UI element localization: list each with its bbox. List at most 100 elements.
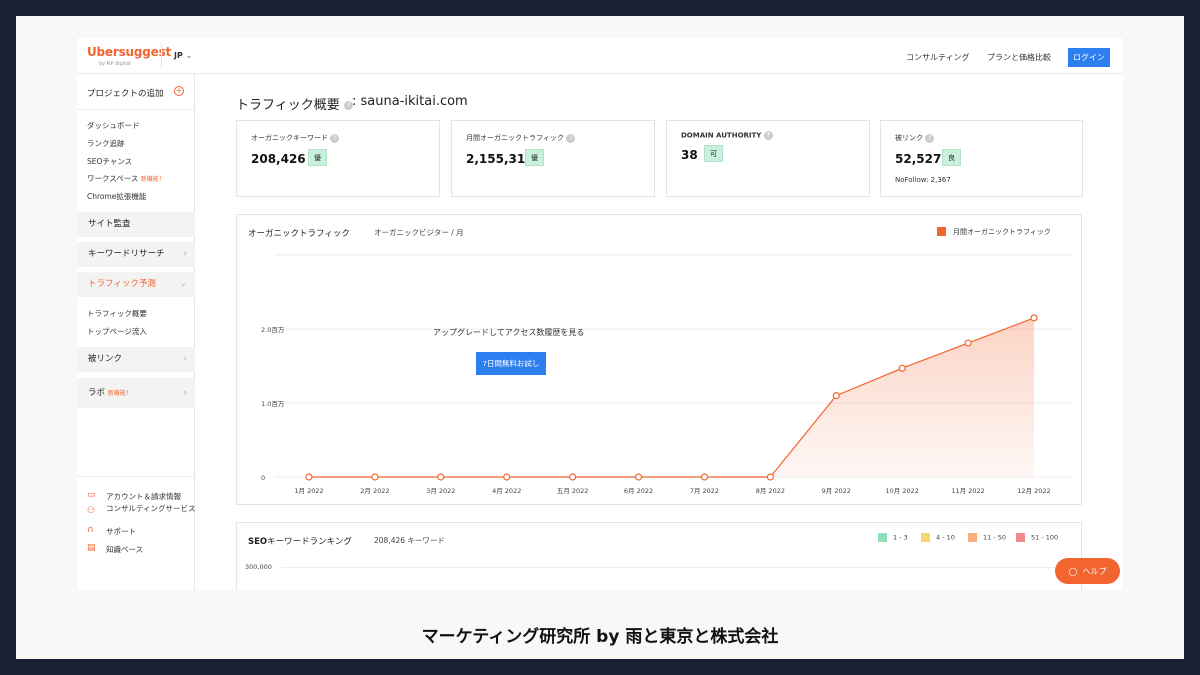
sidebar-item-label: ワークスペース <box>87 174 139 183</box>
sidebar-item-traffic-forecast[interactable]: トラフィック予測 ⌄ <box>77 272 195 297</box>
x-tick-label: 9月 2022 <box>822 487 851 495</box>
data-point <box>569 473 577 481</box>
language-selector[interactable]: JP ⌄ <box>174 51 192 60</box>
info-icon[interactable]: ? <box>763 131 773 140</box>
chevron-right-icon: › <box>183 388 187 398</box>
chat-bubble-icon: ◯ <box>1068 566 1078 576</box>
legend-swatch <box>968 533 977 542</box>
data-point <box>437 473 445 481</box>
chevron-down-icon: ⌄ <box>185 51 193 60</box>
sidebar-item-keyword-research[interactable]: キーワードリサーチ › <box>77 242 195 267</box>
main-content: トラフィック概要 ? : sauna-ikitai.com オーガニックキーワー… <box>195 74 1123 590</box>
sidebar-item-label: ラボ <box>88 388 106 398</box>
data-point <box>1030 314 1038 322</box>
sidebar-item-support[interactable]: サポート <box>106 526 136 537</box>
page-title-text: トラフィック概要 <box>236 98 340 113</box>
card-label: 月間オーガニックトラフィック ? <box>466 133 576 143</box>
info-icon[interactable]: ? <box>566 133 576 143</box>
nofollow-count: NoFollow: 2,367 <box>895 176 951 184</box>
sidebar-item-rank-tracking[interactable]: ランク追跡 <box>87 138 125 149</box>
organic-traffic-chart: 0 1.0百万 2.0百万 1月 2022 2月 2022 3月 2022 4月 2022 五… <box>236 214 1082 505</box>
page-title: トラフィック概要 ? <box>236 94 353 113</box>
sidebar-item-consulting-services[interactable]: コンサルティングサービス <box>106 503 196 514</box>
sidebar-item-label: 被リンク <box>88 354 123 364</box>
x-tick-label: 12月 2022 <box>1017 487 1050 495</box>
add-circle-icon[interactable]: + <box>174 86 184 96</box>
card-label: 被リンク ? <box>895 133 935 143</box>
ranking-subtitle: 208,426 キーワード <box>374 536 445 545</box>
sidebar-item-seo-opportunities[interactable]: SEOチャンス <box>87 156 132 167</box>
nav-pricing[interactable]: プランと価格比較 <box>987 52 1051 63</box>
x-tick-label: 10月 2022 <box>885 487 918 495</box>
logo-text: Ubersuggest <box>87 45 172 59</box>
x-tick-label: 3月 2022 <box>426 487 455 495</box>
help-label: ヘルプ <box>1082 566 1107 576</box>
new-badge: 新機能！ <box>107 390 132 397</box>
sidebar-item-backlinks[interactable]: 被リンク › <box>77 347 195 372</box>
nav-consulting[interactable]: コンサルティング <box>906 52 970 63</box>
x-tick-label: 11月 2022 <box>951 487 984 495</box>
sidebar-item-workspace[interactable]: ワークスペース 新機能！ <box>87 173 165 184</box>
free-trial-button[interactable]: 7日間無料お試し <box>476 352 546 375</box>
card-value: 38 <box>681 148 698 162</box>
legend-label: 月間オーガニックトラフィック <box>953 228 1051 236</box>
sidebar-item-knowledge-base[interactable]: 知識ベース <box>106 544 143 555</box>
stat-card-backlinks: 被リンク ? 52,527 良 NoFollow: 2,367 <box>880 120 1083 197</box>
card-value: 2,155,317 <box>466 152 534 166</box>
y-tick-label: 2.0百万 <box>261 326 285 334</box>
series-area <box>309 317 1034 477</box>
footer-caption: マーケティング研究所 by 雨と東京と株式会社 <box>421 627 779 647</box>
logo-subtext: by NP digital <box>99 61 131 67</box>
info-icon[interactable]: ? <box>925 133 935 143</box>
ranking-title: SEOキーワードランキング <box>248 537 352 547</box>
sidebar-item-labs[interactable]: ラボ 新機能！ › <box>77 378 195 408</box>
sidebar-item-account-billing[interactable]: アカウント＆請求情報 <box>106 491 181 502</box>
people-icon: ⚇ <box>87 506 96 516</box>
card-value: 52,527 <box>895 152 942 166</box>
rating-badge: 優 <box>308 149 327 166</box>
x-tick-label: 1月 2022 <box>294 487 323 495</box>
sidebar-item-chrome-extension[interactable]: Chrome拡張機能 <box>87 191 146 202</box>
data-point <box>503 473 511 481</box>
data-point <box>832 392 840 400</box>
help-button[interactable]: ◯ ヘルプ <box>1055 558 1120 584</box>
page-domain: : sauna-ikitai.com <box>352 94 468 109</box>
sidebar-item-top-pages[interactable]: トップページ流入 <box>87 326 147 337</box>
ranking-legend-item: 4 - 10 <box>921 533 955 542</box>
chart-title: オーガニックトラフィック <box>248 229 350 239</box>
sidebar-item-site-audit[interactable]: サイト監査 <box>77 212 195 237</box>
login-button[interactable]: ログイン <box>1068 48 1110 67</box>
card-value: 208,426 <box>251 152 306 166</box>
keyword-ranking-card: SEOキーワードランキング 208,426 キーワード 1 - 3 4 - 10… <box>236 522 1082 590</box>
sidebar-item-label: キーワードリサーチ <box>88 249 165 259</box>
add-project-link[interactable]: プロジェクトの追加 <box>87 87 164 99</box>
sidebar-item-dashboard[interactable]: ダッシュボード <box>87 120 140 131</box>
data-point <box>634 473 643 481</box>
x-tick-label: 4月 2022 <box>492 487 521 495</box>
x-tick-label: 7月 2022 <box>690 487 719 495</box>
sidebar-item-traffic-overview[interactable]: トラフィック概要 <box>87 308 147 319</box>
headset-icon: ∩ <box>87 525 94 535</box>
ranking-legend-item: 11 - 50 <box>968 533 1006 542</box>
card-label: オーガニックキーワード ? <box>251 133 340 143</box>
data-point <box>700 473 709 481</box>
info-icon[interactable]: ? <box>330 133 340 143</box>
divider <box>77 476 195 477</box>
x-tick-label: 2月 2022 <box>360 487 389 495</box>
sidebar-item-label: トラフィック予測 <box>88 279 156 289</box>
divider <box>161 44 162 68</box>
ranking-legend-item: 1 - 3 <box>878 533 908 542</box>
stat-card-domain-authority: DOMAIN AUTHORITY ? 38 可 <box>666 120 870 197</box>
ranking-y-tick: 300,000 <box>245 563 272 571</box>
chevron-right-icon: › <box>183 249 187 259</box>
x-tick-label: 6月 2022 <box>624 487 653 495</box>
book-icon: ▤ <box>87 543 96 553</box>
top-bar: Ubersuggest by NP digital JP ⌄ コンサルティング … <box>77 38 1123 74</box>
divider <box>77 109 195 110</box>
upgrade-message: アップグレードしてアクセス数履歴を見る <box>433 328 585 337</box>
chart-subtitle: オーガニックビジター / 月 <box>374 228 464 237</box>
x-tick-label: 五月 2022 <box>557 487 589 495</box>
data-point <box>305 473 313 481</box>
legend-swatch <box>1016 533 1025 542</box>
logo[interactable]: Ubersuggest by NP digital <box>87 45 171 67</box>
